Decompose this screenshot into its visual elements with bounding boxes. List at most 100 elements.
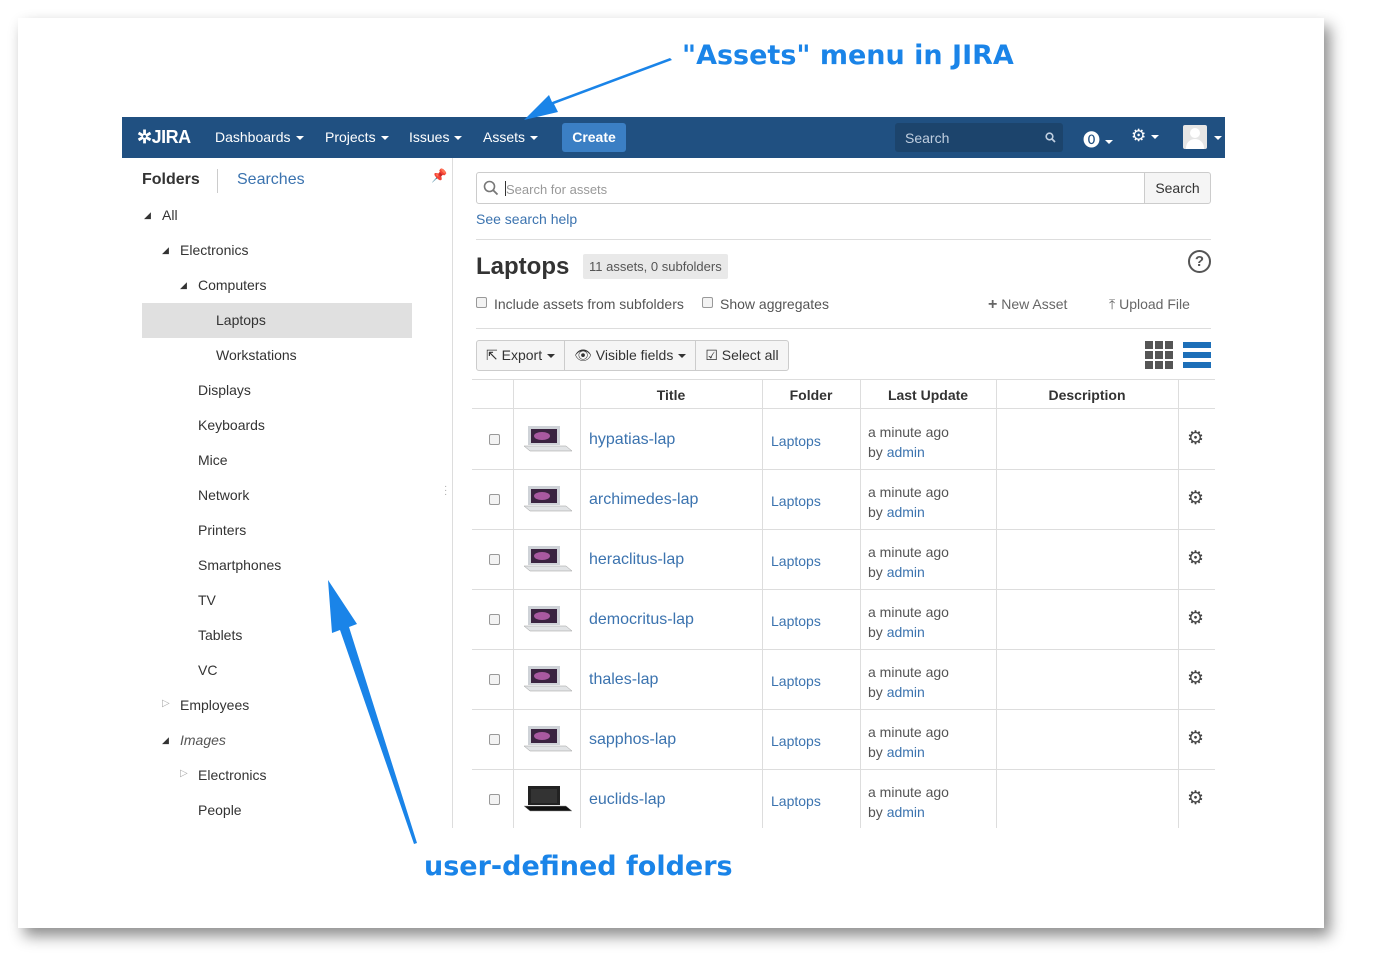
folder-vc[interactable]: VC [198,662,217,678]
gear-icon[interactable]: ⚙ [1187,667,1204,690]
folder-tablets[interactable]: Tablets [198,627,242,643]
table-row[interactable]: sapphos-lap Laptops a minute ago by admin ⚙ [472,710,1215,770]
tab-searches[interactable]: Searches [237,171,305,189]
folder-workstations[interactable]: Workstations [216,347,297,363]
asset-title-link[interactable]: sapphos-lap [589,731,676,749]
nav-projects[interactable]: Projects [325,129,389,145]
nav-issues[interactable]: Issues [409,129,463,145]
folder-computers[interactable]: Computers [198,277,266,293]
row-checkbox[interactable] [489,494,500,505]
asset-folder-link[interactable]: Laptops [771,493,821,509]
sidebar-resize-handle[interactable]: · · · [444,482,447,500]
grid-view-icon[interactable] [1145,341,1173,369]
gear-icon[interactable]: ⚙ [1187,727,1204,750]
updated-by-link[interactable]: admin [887,504,925,520]
folder-images[interactable]: Images [180,732,226,748]
new-asset-button[interactable]: + New Asset [988,296,1067,314]
gear-icon[interactable]: ⚙ [1187,487,1204,510]
folder-mice[interactable]: Mice [198,452,228,468]
asset-folder-link[interactable]: Laptops [771,553,821,569]
folder-network[interactable]: Network [198,487,249,503]
top-navigation-bar: ✲JIRA Dashboards Projects Issues Assets … [122,117,1225,158]
asset-folder-link[interactable]: Laptops [771,673,821,689]
updated-by-link[interactable]: admin [887,444,925,460]
column-folder[interactable]: Folder [762,387,860,403]
row-checkbox[interactable] [489,794,500,805]
show-aggregates-checkbox[interactable] [702,297,713,308]
row-checkbox[interactable] [489,554,500,565]
row-checkbox[interactable] [489,674,500,685]
table-row[interactable]: democritus-lap Laptops a minute ago by admi… [472,590,1215,650]
table-row[interactable]: euclids-lap Laptops a minute ago by admin ⚙ [472,770,1215,828]
help-icon[interactable]: ? [1188,250,1211,273]
column-title[interactable]: Title [580,387,762,403]
gear-icon[interactable]: ⚙ [1187,547,1204,570]
expanded-triangle-icon[interactable]: ◢ [162,735,169,746]
row-checkbox[interactable] [489,734,500,745]
updated-by-link[interactable]: admin [887,804,925,820]
gear-icon[interactable]: ⚙ [1187,427,1204,450]
column-description[interactable]: Description [996,387,1178,403]
tab-folders[interactable]: Folders [142,171,200,189]
folder-smartphones[interactable]: Smartphones [198,557,281,573]
folder-people[interactable]: People [198,802,242,818]
asset-folder-link[interactable]: Laptops [771,613,821,629]
collapsed-triangle-icon[interactable]: ▷ [162,698,170,709]
nav-search-input[interactable]: Search [895,123,1063,152]
include-subfolders-checkbox[interactable] [476,297,487,308]
search-button[interactable]: Search [1144,172,1211,204]
expanded-triangle-icon[interactable]: ◢ [180,280,187,291]
create-button[interactable]: Create [562,123,626,152]
folder-employees[interactable]: Employees [180,697,249,713]
asset-title-link[interactable]: euclids-lap [589,791,665,809]
asset-title-link[interactable]: hypatias-lap [589,431,675,449]
asset-search-input[interactable]: Search for assets [476,172,1145,204]
collapsed-triangle-icon[interactable]: ▷ [180,768,188,779]
folder-tv[interactable]: TV [198,592,216,608]
user-avatar[interactable] [1183,125,1207,149]
column-last-update[interactable]: Last Update [860,387,996,403]
table-row[interactable]: archimedes-lap Laptops a minute ago by admi… [472,470,1215,530]
asset-title-link[interactable]: democritus-lap [589,611,694,629]
folder-keyboards[interactable]: Keyboards [198,417,265,433]
export-button[interactable]: ⇱ Export [477,341,566,370]
updated-by-link[interactable]: admin [887,624,925,640]
asset-title-link[interactable]: heraclitus-lap [589,551,684,569]
asset-title-link[interactable]: archimedes-lap [589,491,698,509]
updated-by-link[interactable]: admin [887,564,925,580]
asset-title-link[interactable]: thales-lap [589,671,658,689]
select-all-button[interactable]: ☑ Select all [696,341,787,370]
expanded-triangle-icon[interactable]: ◢ [144,210,151,221]
folder-images-electronics[interactable]: Electronics [198,767,266,783]
row-checkbox[interactable] [489,434,500,445]
table-row[interactable]: thales-lap Laptops a minute ago by admin ⚙ [472,650,1215,710]
settings-menu[interactable]: ⚙ [1131,126,1160,146]
row-checkbox[interactable] [489,614,500,625]
updated-by-link[interactable]: admin [887,744,925,760]
table-row[interactable]: hypatias-lap Laptops a minute ago by admin ⚙ [472,410,1215,470]
folder-displays[interactable]: Displays [198,382,251,398]
updated-time: a minute ago [868,484,949,500]
nav-assets[interactable]: Assets [483,129,539,145]
table-row[interactable]: heraclitus-lap Laptops a minute ago by admi… [472,530,1215,590]
folder-all[interactable]: All [162,207,178,223]
avatar-menu[interactable] [1209,127,1222,147]
help-menu[interactable]: ⓿ [1083,126,1113,151]
asset-folder-link[interactable]: Laptops [771,433,821,449]
asset-folder-link[interactable]: Laptops [771,793,821,809]
upload-file-button[interactable]: ⤒ Upload File [1109,296,1190,313]
expanded-triangle-icon[interactable]: ◢ [162,245,169,256]
jira-logo[interactable]: ✲JIRA [137,127,191,148]
gear-icon[interactable]: ⚙ [1187,607,1204,630]
nav-dashboards[interactable]: Dashboards [215,129,304,145]
search-help-link[interactable]: See search help [476,211,577,227]
gear-icon[interactable]: ⚙ [1187,787,1204,810]
updated-by-link[interactable]: admin [887,684,925,700]
folder-printers[interactable]: Printers [198,522,246,538]
pin-icon[interactable]: 📌 [431,168,447,184]
folder-laptops[interactable]: Laptops [216,312,266,328]
asset-folder-link[interactable]: Laptops [771,733,821,749]
folder-electronics[interactable]: Electronics [180,242,248,258]
list-view-icon[interactable] [1183,342,1211,369]
visible-fields-button[interactable]: 👁 Visible fields [565,341,697,370]
